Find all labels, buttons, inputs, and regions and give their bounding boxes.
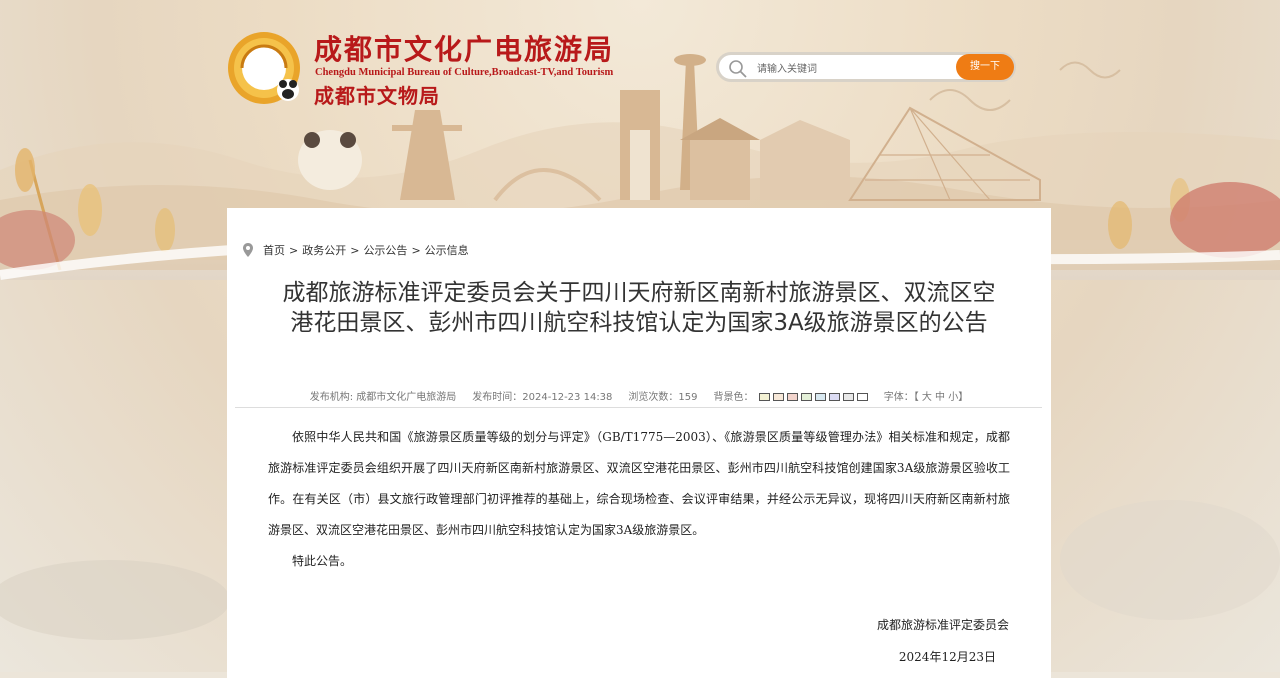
- article-paragraph: 依照中华人民共和国《旅游景区质量等级的划分与评定》（GB/T1775—2003）…: [268, 430, 1010, 537]
- article-date: 2024年12月23日: [898, 650, 996, 664]
- article-signature: 成都旅游标准评定委员会: [876, 618, 1009, 632]
- font-size-control[interactable]: 字体：【 大 中 小】: [884, 388, 969, 403]
- bg-color-swatches: [758, 393, 868, 401]
- search-button[interactable]: 搜一下: [956, 54, 1014, 80]
- location-pin-icon: [243, 243, 253, 257]
- site-title: 成都市文化广电旅游局: [314, 33, 615, 66]
- breadcrumb-separator: >: [289, 243, 299, 257]
- breadcrumb-announcements[interactable]: 公示公告: [363, 242, 407, 258]
- meta-views: 浏览次数：159: [628, 392, 698, 403]
- meta-publisher: 发布机构: 成都市文化广电旅游局: [309, 392, 457, 403]
- bureau-logo: [228, 32, 300, 104]
- bg-color-swatch[interactable]: [786, 393, 798, 401]
- breadcrumb: 首页 > 政务公开 > 公示公告 > 公示信息: [243, 242, 469, 258]
- meta-bg-color: 背景色：: [714, 388, 868, 403]
- breadcrumb-home[interactable]: 首页: [263, 242, 285, 258]
- meta-time: 发布时间：2024-12-23 14:38: [472, 392, 613, 403]
- bg-color-swatch[interactable]: [814, 393, 826, 401]
- article-title: 成都旅游标准评定委员会关于四川天府新区南新村旅游景区、双流区空港花田景区、彭州市…: [282, 280, 996, 336]
- site-title-english: Chengdu Municipal Bureau of Culture,Broa…: [315, 67, 614, 78]
- search-bar: 搜一下: [716, 52, 1016, 82]
- breadcrumb-gov-affairs[interactable]: 政务公开: [302, 242, 346, 258]
- breadcrumb-separator: >: [411, 243, 421, 257]
- site-subtitle: 成都市文物局: [314, 84, 440, 108]
- breadcrumb-separator: >: [350, 243, 360, 257]
- article-meta: 发布机构: 成都市文化广电旅游局 发布时间：2024-12-23 14:38 浏…: [227, 388, 1051, 403]
- article-body: 依照中华人民共和国《旅游景区质量等级的划分与评定》（GB/T1775—2003）…: [268, 422, 1010, 577]
- search-icon: [729, 60, 747, 78]
- bg-color-swatch[interactable]: [856, 393, 868, 401]
- article-card: 首页 > 政务公开 > 公示公告 > 公示信息 成都旅游标准评定委员会关于四川天…: [227, 208, 1051, 678]
- search-input[interactable]: [755, 59, 959, 79]
- divider: [235, 407, 1042, 408]
- bg-color-swatch[interactable]: [800, 393, 812, 401]
- bg-color-swatch[interactable]: [842, 393, 854, 401]
- bg-color-label: 背景色：: [713, 392, 754, 403]
- article-paragraph: 特此公告。: [292, 554, 353, 568]
- bg-color-swatch[interactable]: [772, 393, 784, 401]
- breadcrumb-notice-info[interactable]: 公示信息: [425, 242, 469, 258]
- bg-color-swatch[interactable]: [828, 393, 840, 401]
- bg-color-swatch[interactable]: [758, 393, 770, 401]
